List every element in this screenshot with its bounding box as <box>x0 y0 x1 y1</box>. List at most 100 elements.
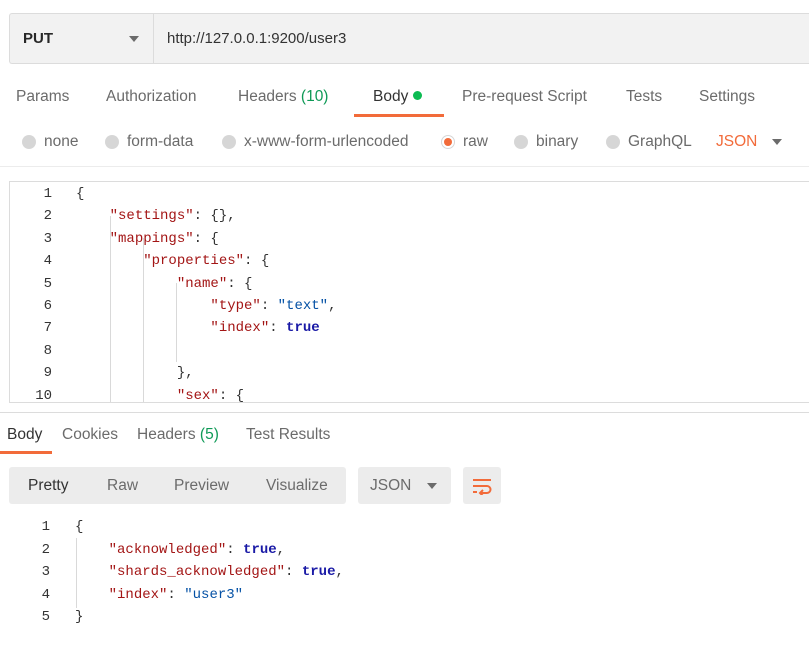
radio-x-www-form-urlencoded[interactable]: x-www-form-urlencoded <box>222 133 409 151</box>
active-tab-indicator <box>0 451 52 454</box>
code-text: "shards_acknowledged": true, <box>108 564 344 581</box>
radio-label: x-www-form-urlencoded <box>244 133 409 150</box>
line-number: 3 <box>43 230 52 247</box>
body-type-selector: none form-data x-www-form-urlencoded raw… <box>0 128 809 158</box>
code-text: "type": "text", <box>210 298 337 314</box>
radio-none[interactable]: none <box>22 133 78 151</box>
radio-graphql[interactable]: GraphQL <box>606 133 692 151</box>
tab-label: Body <box>7 426 43 443</box>
radio-label: raw <box>463 133 488 150</box>
view-visualize-button[interactable]: Visualize <box>266 477 328 495</box>
code-line: 3 "shards_acknowledged": true, <box>0 561 809 583</box>
response-tab-cookies[interactable]: Cookies <box>62 426 118 444</box>
line-number: 10 <box>35 387 52 403</box>
code-text: { <box>76 186 85 202</box>
radio-circle-icon <box>222 135 236 149</box>
radio-raw[interactable]: raw <box>441 133 488 151</box>
tab-label: Body <box>373 88 409 105</box>
active-tab-indicator <box>354 114 444 117</box>
chevron-down-icon <box>129 35 139 42</box>
raw-language-select[interactable]: JSON <box>716 133 783 151</box>
code-line: 1{ <box>0 516 809 538</box>
url-input[interactable] <box>154 14 809 63</box>
code-text: "mappings": { <box>109 230 219 247</box>
status-dot-icon <box>413 91 423 100</box>
line-number: 2 <box>41 541 50 558</box>
line-number: 4 <box>43 253 52 270</box>
radio-form-data[interactable]: form-data <box>105 133 193 151</box>
raw-language-label: JSON <box>716 133 758 150</box>
tab-label: Authorization <box>106 88 197 105</box>
code-text: "index": "user3" <box>108 586 244 603</box>
tab-count-badge: (5) <box>199 426 219 443</box>
line-number: 3 <box>41 564 50 581</box>
method-select[interactable]: PUT <box>10 14 154 63</box>
line-number: 9 <box>43 365 52 382</box>
response-format-select[interactable]: JSON <box>358 467 451 504</box>
tab-count-badge: (10) <box>300 88 329 105</box>
wrap-lines-button[interactable] <box>463 467 501 504</box>
tab-params[interactable]: Params <box>16 88 69 106</box>
code-line: 9 }, <box>10 362 809 384</box>
radio-label: GraphQL <box>628 133 692 150</box>
code-line: 3 "mappings": { <box>10 228 809 250</box>
radio-label: form-data <box>127 133 194 150</box>
code-line: 2 "acknowledged": true, <box>0 539 809 561</box>
radio-checked-icon <box>441 135 455 149</box>
request-url-bar: PUT <box>9 13 809 64</box>
tab-label: Params <box>16 88 70 105</box>
code-text: "properties": { <box>143 253 270 270</box>
chevron-down-icon <box>772 139 783 145</box>
view-raw-button[interactable]: Raw <box>107 477 138 495</box>
radio-label: binary <box>536 133 579 150</box>
tab-settings[interactable]: Settings <box>699 88 755 106</box>
radio-label: none <box>44 133 79 150</box>
code-text: "settings": {}, <box>109 208 236 225</box>
wrap-lines-icon <box>473 478 492 495</box>
tab-body[interactable]: Body <box>373 88 423 106</box>
code-text: "index": true <box>210 320 320 337</box>
radio-circle-icon <box>514 135 528 149</box>
code-text: } <box>75 609 84 626</box>
response-tab-test-results[interactable]: Test Results <box>246 426 330 444</box>
radio-binary[interactable]: binary <box>514 133 578 151</box>
code-line: 5} <box>0 606 809 628</box>
code-line: 8 <box>10 340 809 362</box>
line-number: 6 <box>43 298 52 314</box>
tab-pre-request-script[interactable]: Pre-request Script <box>462 88 587 106</box>
request-body-editor[interactable]: 1{2 "settings": {}, 3 "mappings": {4 "pro… <box>9 181 809 403</box>
code-line: 4 "index": "user3" <box>0 584 809 606</box>
tab-authorization[interactable]: Authorization <box>106 88 196 106</box>
line-number: 7 <box>43 320 52 337</box>
response-tab-headers[interactable]: Headers (5) <box>137 426 219 444</box>
panel-divider[interactable] <box>0 412 809 413</box>
tab-label: Test Results <box>246 426 331 443</box>
code-line: 4 "properties": { <box>10 250 809 272</box>
code-text: }, <box>76 365 194 382</box>
code-line: 1{ <box>10 183 809 205</box>
radio-circle-icon <box>105 135 119 149</box>
tab-label: Headers <box>137 426 196 443</box>
request-tabs: Params Authorization Headers (10) Body P… <box>0 80 809 118</box>
view-preview-button[interactable]: Preview <box>174 477 229 495</box>
tab-label: Tests <box>626 88 663 105</box>
radio-circle-icon <box>22 135 36 149</box>
code-line: 6 "type": "text", <box>10 295 809 317</box>
tab-label: Headers <box>238 88 297 105</box>
response-tab-body[interactable]: Body <box>7 426 42 444</box>
response-body-viewer[interactable]: 1{2 "acknowledged": true, 3 "shards_ackno… <box>0 516 809 636</box>
code-line: 5 "name": { <box>10 273 809 295</box>
response-format-label: JSON <box>370 476 412 494</box>
code-text: "name": { <box>176 275 253 292</box>
code-text: { <box>75 519 84 535</box>
tab-label: Settings <box>699 88 756 105</box>
tab-tests[interactable]: Tests <box>626 88 662 106</box>
tab-label: Pre-request Script <box>462 88 587 105</box>
tab-headers[interactable]: Headers (10) <box>238 88 328 106</box>
code-text: "sex": { <box>176 387 245 403</box>
line-number: 5 <box>43 275 52 292</box>
code-text: "acknowledged": true, <box>108 541 286 558</box>
code-line: 7 "index": true <box>10 317 809 339</box>
view-pretty-button[interactable]: Pretty <box>28 477 68 495</box>
chevron-down-icon <box>427 482 438 489</box>
